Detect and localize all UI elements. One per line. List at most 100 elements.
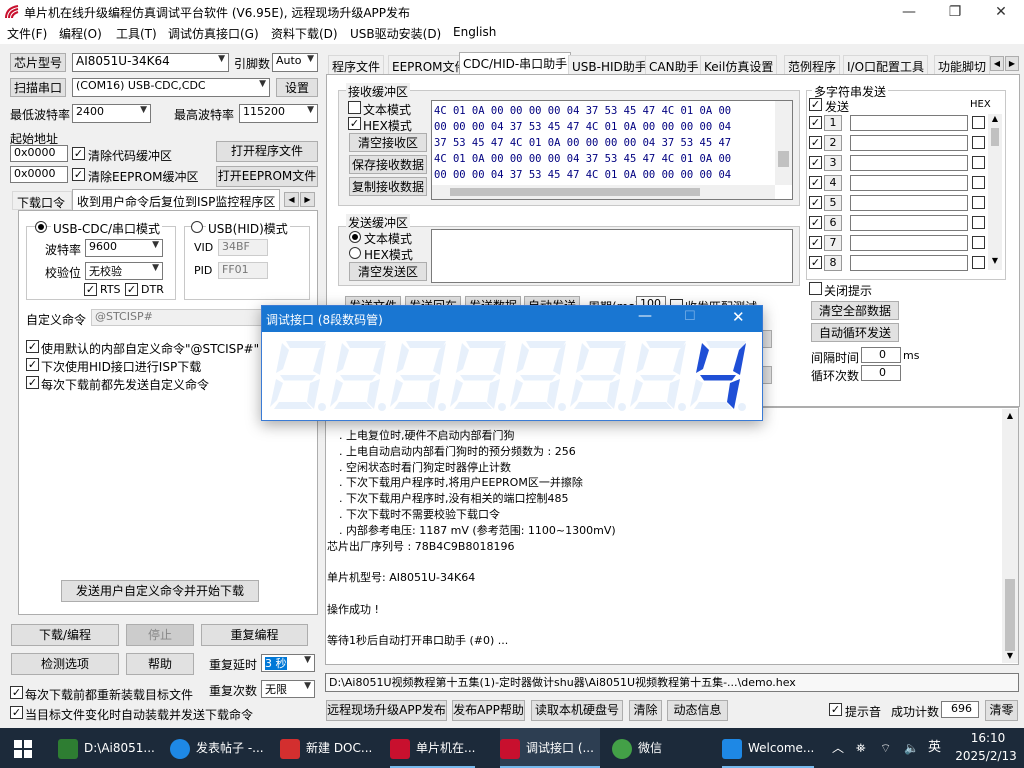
min-baud-select[interactable]: 2400 ▼: [72, 104, 151, 123]
multi-row-send-button[interactable]: 4: [824, 175, 842, 191]
multi-row-input[interactable]: [850, 195, 968, 211]
multi-row-hex-checkbox[interactable]: [972, 136, 985, 149]
clear-eeprom-checkbox[interactable]: ✓: [72, 168, 85, 181]
receive-hex-mode-checkbox[interactable]: ✓: [348, 117, 361, 130]
multi-row-send-checkbox[interactable]: ✓: [809, 156, 822, 169]
save-receive-button[interactable]: 保存接收数据: [349, 155, 427, 174]
max-baud-select[interactable]: 115200 ▼: [239, 104, 318, 123]
reprogram-button[interactable]: 重复编程: [201, 624, 308, 646]
auto-load-checkbox[interactable]: ✓: [10, 706, 23, 719]
menu-download[interactable]: 资料下载(D): [271, 25, 338, 42]
menu-program[interactable]: 编程(O): [59, 25, 102, 42]
send-hex-mode-radio[interactable]: [349, 247, 361, 259]
publish-app-help-button[interactable]: 发布APP帮助: [452, 700, 525, 721]
taskbar-item-debug[interactable]: 调试接口 (...: [500, 728, 600, 768]
remote-upgrade-button[interactable]: 远程现场升级APP发布: [326, 700, 447, 721]
multi-row-hex-checkbox[interactable]: [972, 196, 985, 209]
multi-row-hex-checkbox[interactable]: [972, 176, 985, 189]
send-custom-before-checkbox[interactable]: ✓: [26, 376, 39, 389]
tray-chevron-up-icon[interactable]: ︿: [832, 728, 844, 768]
multi-row-send-checkbox[interactable]: ✓: [809, 196, 822, 209]
multi-row-hex-checkbox[interactable]: [972, 216, 985, 229]
read-disk-button[interactable]: 读取本机硬盘号: [531, 700, 623, 721]
taskbar-item-wps[interactable]: 新建 DOC...: [280, 728, 372, 768]
multi-send-all-checkbox[interactable]: ✓: [809, 98, 822, 111]
pid-input[interactable]: FF01: [218, 262, 268, 279]
wifi-icon[interactable]: ⌔: [880, 728, 891, 768]
multi-row-hex-checkbox[interactable]: [972, 256, 985, 269]
tab-cdc-hid-serial[interactable]: CDC/HID-串口助手: [459, 52, 572, 75]
repeat-delay-select[interactable]: 3 秒 ▼: [261, 654, 315, 672]
tab-scroll-right-icon[interactable]: ▶: [1005, 56, 1019, 71]
interval-input[interactable]: 0: [861, 347, 901, 363]
clear-send-button[interactable]: 清空发送区: [349, 262, 427, 281]
stop-button[interactable]: 停止: [126, 624, 194, 646]
open-eeprom-button[interactable]: 打开EEPROM文件: [216, 166, 318, 187]
send-custom-download-button[interactable]: 发送用户自定义命令并开始下载: [61, 580, 259, 602]
receive-hscroll[interactable]: [432, 185, 775, 199]
multi-row-send-checkbox[interactable]: ✓: [809, 116, 822, 129]
hid-mode-radio[interactable]: [191, 221, 203, 233]
volume-icon[interactable]: 🔈: [904, 728, 919, 768]
restore-icon[interactable]: ❐: [932, 0, 978, 24]
receive-vscroll[interactable]: [775, 101, 792, 185]
multi-row-input[interactable]: [850, 115, 968, 131]
code-addr-input[interactable]: 0x0000: [10, 145, 68, 162]
taskbar-item-isp[interactable]: 单片机在...: [390, 728, 476, 768]
use-default-cmd-checkbox[interactable]: ✓: [26, 340, 39, 353]
multi-row-hex-checkbox[interactable]: [972, 236, 985, 249]
tab-usb-hid[interactable]: USB-HID助手: [568, 55, 651, 75]
tab-download-password[interactable]: 下载口令: [12, 191, 72, 210]
tab-scroll-left-icon[interactable]: ◀: [990, 56, 1004, 71]
open-program-button[interactable]: 打开程序文件: [216, 141, 318, 162]
help-button[interactable]: 帮助: [126, 653, 194, 675]
check-options-button[interactable]: 检测选项: [11, 653, 119, 675]
send-textarea[interactable]: [431, 229, 793, 283]
pin-count-select[interactable]: Auto ▼: [272, 53, 318, 72]
multi-row-input[interactable]: [850, 215, 968, 231]
success-count-input[interactable]: 696: [941, 701, 979, 718]
baud-select[interactable]: 9600 ▼: [85, 239, 163, 257]
menu-english[interactable]: English: [453, 25, 496, 39]
scan-port-button[interactable]: 扫描串口: [10, 78, 66, 97]
loop-count-input[interactable]: 0: [861, 365, 901, 381]
send-text-mode-radio[interactable]: [349, 231, 361, 243]
multi-row-send-button[interactable]: 2: [824, 135, 842, 151]
clear-all-data-button[interactable]: 清空全部数据: [811, 301, 899, 320]
log-vscroll[interactable]: ▲ ▼: [1002, 409, 1018, 663]
menu-file[interactable]: 文件(F): [7, 25, 47, 42]
multi-row-send-checkbox[interactable]: ✓: [809, 176, 822, 189]
close-icon[interactable]: ✕: [732, 308, 745, 326]
multi-row-send-checkbox[interactable]: ✓: [809, 216, 822, 229]
taskbar-item-vscode[interactable]: Welcome...: [722, 728, 815, 768]
tab-can[interactable]: CAN助手: [645, 55, 703, 75]
clear-receive-button[interactable]: 清空接收区: [349, 133, 427, 152]
multi-row-send-checkbox[interactable]: ✓: [809, 256, 822, 269]
maximize-icon[interactable]: ☐: [684, 309, 696, 324]
tab-scroll-left-icon[interactable]: ◀: [284, 192, 299, 207]
copy-receive-button[interactable]: 复制接收数据: [349, 177, 427, 196]
rts-checkbox[interactable]: ✓: [84, 283, 97, 296]
clock-date[interactable]: 2025/2/13: [950, 749, 1022, 763]
multi-row-input[interactable]: [850, 255, 968, 271]
multi-row-input[interactable]: [850, 235, 968, 251]
reload-checkbox[interactable]: ✓: [10, 686, 23, 699]
settings-button[interactable]: 设置: [276, 78, 318, 97]
taskbar-item-explorer[interactable]: D:\Ai8051...: [58, 728, 155, 768]
tab-scroll-right-icon[interactable]: ▶: [300, 192, 315, 207]
taskbar-item-wechat[interactable]: 微信: [612, 728, 662, 768]
tab-program-file[interactable]: 程序文件: [328, 55, 385, 75]
multi-row-send-button[interactable]: 7: [824, 235, 842, 251]
chip-model-button[interactable]: 芯片型号: [10, 53, 66, 72]
receive-text-mode-checkbox[interactable]: [348, 101, 361, 114]
chip-model-select[interactable]: AI8051U-34K64 ▼: [72, 53, 229, 72]
eeprom-addr-input[interactable]: 0x0000: [10, 166, 68, 183]
menu-usb-driver[interactable]: USB驱动安装(D): [350, 25, 441, 42]
use-hid-checkbox[interactable]: ✓: [26, 358, 39, 371]
auto-loop-send-button[interactable]: 自动循环发送: [811, 323, 899, 342]
multi-vscroll[interactable]: ▲ ▼: [988, 114, 1002, 270]
multi-row-hex-checkbox[interactable]: [972, 116, 985, 129]
file-path-field[interactable]: D:\Ai8051U视频教程第十五集(1)-定时器做计shu器\Ai8051U视…: [325, 673, 1019, 692]
reset-count-button[interactable]: 清零: [985, 700, 1018, 721]
dtr-checkbox[interactable]: ✓: [125, 283, 138, 296]
